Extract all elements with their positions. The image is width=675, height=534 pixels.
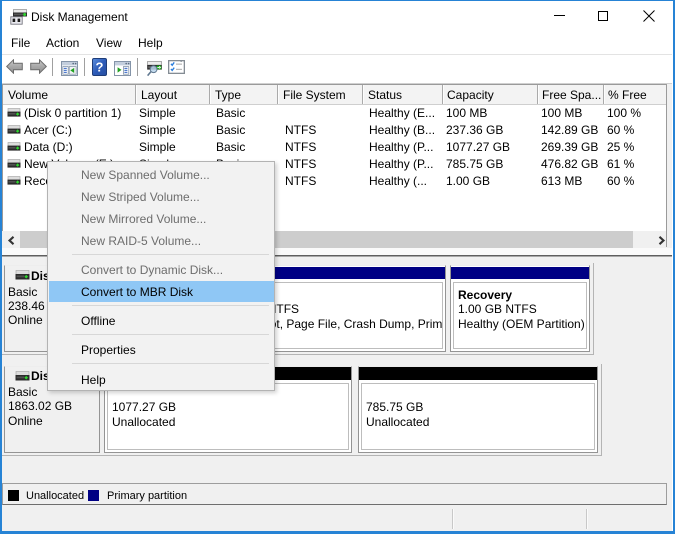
svg-text:?: ? (96, 60, 104, 75)
